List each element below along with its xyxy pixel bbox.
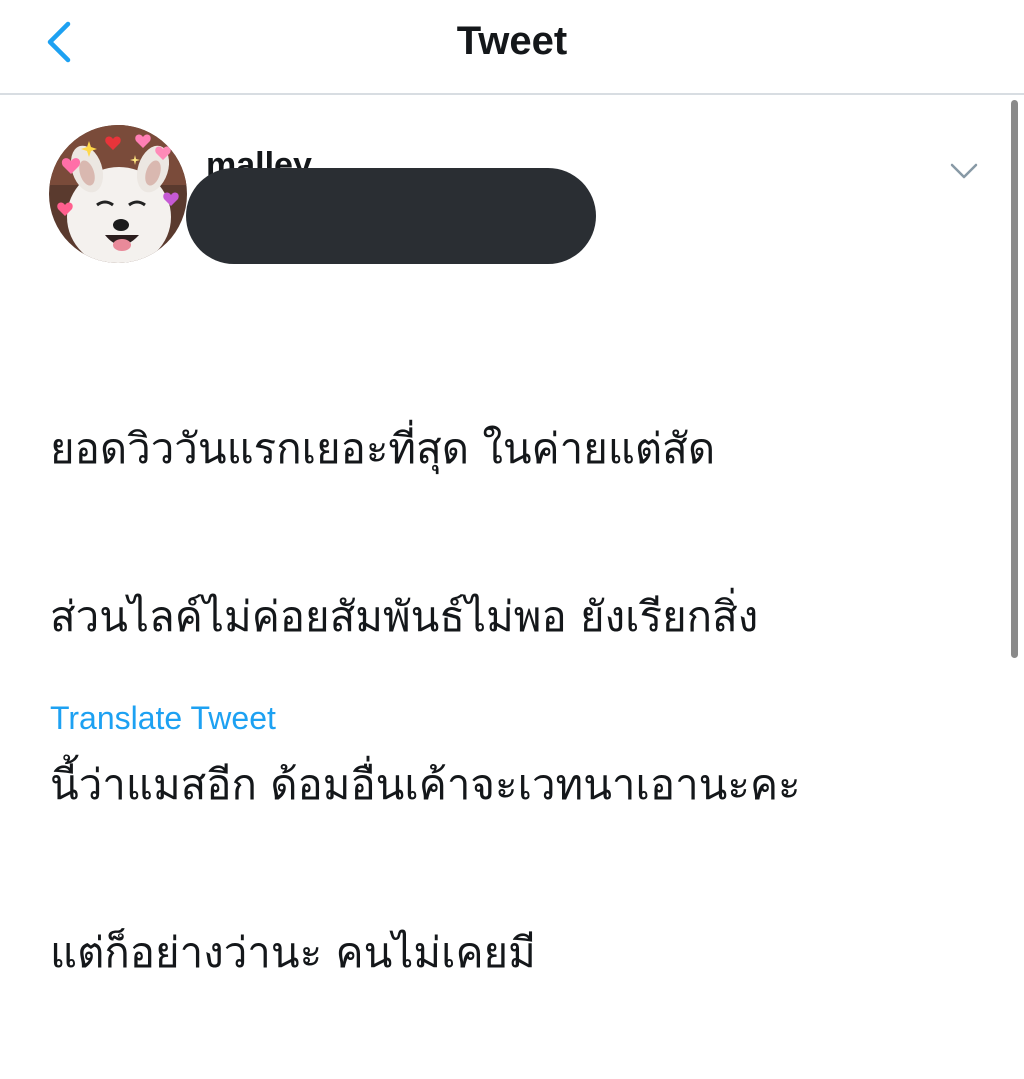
page-title: Tweet (456, 19, 568, 63)
redaction-mask (186, 168, 596, 264)
more-options-button[interactable] (946, 153, 982, 189)
tweet-text-line: ส่วนไลค์ไม่ค่อยสัมพันธ์ไม่พอ ยังเรียกสิ่… (50, 592, 759, 641)
tweet-detail: malley ยอดวิววันแรกเยอะที่สุด ในค่ายแต่ส… (0, 95, 1024, 977)
dog-avatar-icon (49, 125, 187, 263)
tweet-text-line: แต่ก็อย่างว่านะ คนไม่เคยมี (50, 928, 536, 977)
top-bar: Tweet (0, 0, 1024, 95)
scrollbar[interactable] (1011, 100, 1018, 658)
tweet-text-line: ยอดวิววันแรกเยอะที่สุด ในค่ายแต่สัด (50, 424, 716, 473)
tweet-text-line: นี้ว่าแมสอีก ด้อมอื่นเค้าจะเวทนาเอานะคะ (50, 760, 801, 809)
translate-tweet-link[interactable]: Translate Tweet (50, 700, 276, 736)
chevron-down-icon (950, 163, 978, 179)
avatar[interactable] (49, 125, 187, 263)
